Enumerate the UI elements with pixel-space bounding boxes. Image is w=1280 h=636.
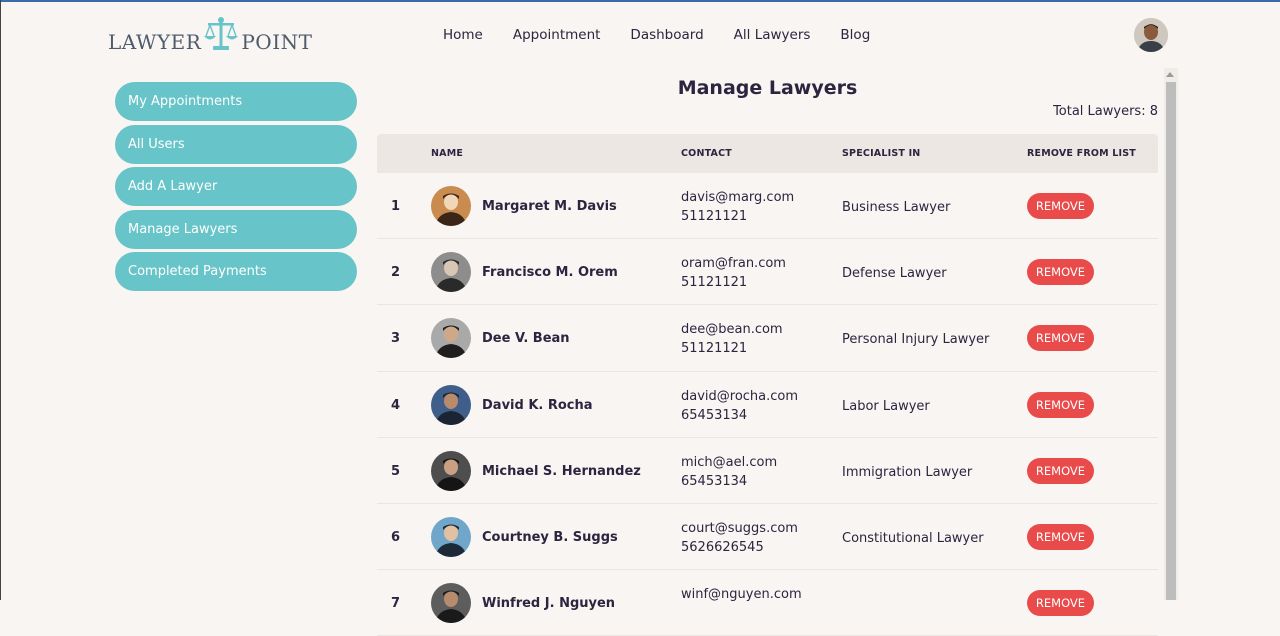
scroll-up-arrow-icon[interactable] (1166, 72, 1174, 77)
lawyer-email: oram@fran.com (681, 256, 786, 272)
remove-button[interactable]: REMOVE (1027, 193, 1094, 219)
sidebar-item-my-appointments[interactable]: My Appointments (115, 82, 357, 121)
lawyer-photo (431, 384, 471, 425)
lawyer-photo (431, 252, 471, 293)
remove-button[interactable]: REMOVE (1027, 325, 1094, 352)
header-contact: CONTACT (681, 148, 732, 159)
remove-button[interactable]: REMOVE (1027, 391, 1094, 418)
nav-dashboard[interactable]: Dashboard (630, 27, 703, 43)
sidebar-item-all-users[interactable]: All Users (115, 124, 357, 164)
lawyer-photo (431, 516, 471, 557)
lawyer-photo (431, 583, 471, 624)
site-header: LAWYER POINT Home Appointment Dashboard … (0, 2, 1280, 68)
lawyer-email: court@suggs.com (681, 520, 798, 536)
row-number: 7 (391, 596, 401, 612)
row-number: 2 (391, 265, 401, 281)
lawyer-phone: 65453134 (681, 473, 748, 489)
lawyer-specialty: Immigration Lawyer (842, 464, 973, 480)
lawyer-photo (431, 450, 471, 491)
nav-appointment[interactable]: Appointment (513, 27, 601, 43)
lawyer-email: david@rocha.com (681, 388, 799, 404)
lawyer-specialty: Business Lawyer (842, 200, 951, 215)
lawyer-phone: 51121121 (681, 209, 748, 224)
header-remove: REMOVE FROM LIST (1027, 148, 1136, 159)
lawyer-specialty: Personal Injury Lawyer (842, 332, 990, 348)
lawyer-photo-icon (431, 186, 471, 226)
row-number: 3 (391, 331, 401, 347)
table-row: 4 David K. Rocha david@rocha.com 6545313… (377, 372, 1158, 438)
table-row: 7 Winfred J. Nguyen winf@nguyen.com REMO… (377, 570, 1158, 636)
remove-button[interactable]: REMOVE (1027, 259, 1094, 286)
table-row: 6 Courtney B. Suggs court@suggs.com 5626… (377, 504, 1158, 571)
user-photo-icon (1134, 18, 1168, 52)
scrollbar-thumb[interactable] (1166, 82, 1176, 600)
lawyer-phone: 51121121 (681, 341, 748, 357)
remove-button[interactable]: REMOVE (1027, 590, 1094, 617)
lawyer-specialty: Labor Lawyer (842, 398, 930, 414)
lawyer-email: dee@bean.com (681, 322, 783, 338)
row-number: 6 (391, 529, 401, 545)
brand-text-right: POINT (241, 30, 313, 54)
nav-blog[interactable]: Blog (840, 27, 870, 43)
sidebar-item-manage-lawyers[interactable]: Manage Lawyers (115, 209, 357, 249)
table-row: 1 Margaret M. Davis davis@marg.com 51121… (377, 173, 1158, 240)
user-avatar[interactable] (1134, 18, 1168, 52)
lawyer-name: Winfred J. Nguyen (482, 596, 616, 612)
sidebar-item-completed-payments[interactable]: Completed Payments (115, 252, 357, 291)
lawyer-email: mich@ael.com (681, 454, 778, 470)
brand-logo[interactable]: LAWYER POINT (108, 16, 312, 54)
scale-icon (204, 17, 239, 50)
lawyer-name: Michael S. Hernandez (482, 463, 641, 479)
lawyer-photo-icon (431, 252, 471, 293)
nav-home[interactable]: Home (443, 27, 483, 43)
lawyer-phone: 5626626545 (681, 539, 764, 555)
dashboard-sidebar: My Appointments All Users Add A Lawyer M… (115, 82, 357, 295)
header-specialist: SPECIALIST IN (842, 148, 921, 159)
table-header: NAME CONTACT SPECIALIST IN REMOVE FROM L… (377, 134, 1158, 173)
remove-button[interactable]: REMOVE (1027, 457, 1094, 484)
main-nav: Home Appointment Dashboard All Lawyers B… (443, 27, 900, 43)
manage-lawyers-panel: Manage Lawyers Total Lawyers: 8 NAME CON… (377, 68, 1158, 636)
lawyer-photo (431, 318, 471, 359)
lawyer-name: Francisco M. Orem (482, 265, 618, 281)
lawyer-photo-icon (431, 450, 471, 491)
lawyer-specialty: Defense Lawyer (842, 266, 947, 282)
nav-all-lawyers[interactable]: All Lawyers (734, 27, 811, 43)
row-number: 1 (391, 199, 401, 214)
lawyer-name: Margaret M. Davis (482, 199, 617, 214)
lawyer-specialty: Constitutional Lawyer (842, 530, 984, 546)
lawyer-photo-icon (431, 318, 471, 359)
lawyer-photo-icon (431, 583, 471, 624)
lawyer-email: davis@marg.com (681, 190, 795, 205)
lawyer-name: Dee V. Bean (482, 331, 570, 347)
lawyer-phone: 65453134 (681, 407, 748, 423)
brand-text-left: LAWYER (108, 30, 202, 54)
total-lawyers-count: Total Lawyers: 8 (1053, 104, 1158, 119)
remove-button[interactable]: REMOVE (1027, 523, 1094, 550)
sidebar-item-add-lawyer[interactable]: Add A Lawyer (115, 167, 357, 206)
lawyer-phone: 51121121 (681, 275, 748, 291)
table-row: 3 Dee V. Bean dee@bean.com 51121121 Pers… (377, 305, 1158, 372)
page-title: Manage Lawyers (677, 77, 858, 99)
table-row: 2 Francisco M. Orem oram@fran.com 511211… (377, 239, 1158, 306)
table-row: 5 Michael S. Hernandez mich@ael.com 6545… (377, 438, 1158, 504)
lawyers-table-body: 1 Margaret M. Davis davis@marg.com 51121… (377, 173, 1158, 636)
window-left-border (0, 0, 1, 600)
lawyer-photo-icon (431, 384, 471, 425)
lawyer-name: David K. Rocha (482, 397, 593, 413)
lawyer-photo-icon (431, 516, 471, 557)
lawyer-name: Courtney B. Suggs (482, 529, 618, 545)
lawyer-photo (431, 186, 471, 226)
row-number: 5 (391, 463, 401, 479)
header-name: NAME (431, 148, 464, 159)
row-number: 4 (391, 397, 401, 413)
